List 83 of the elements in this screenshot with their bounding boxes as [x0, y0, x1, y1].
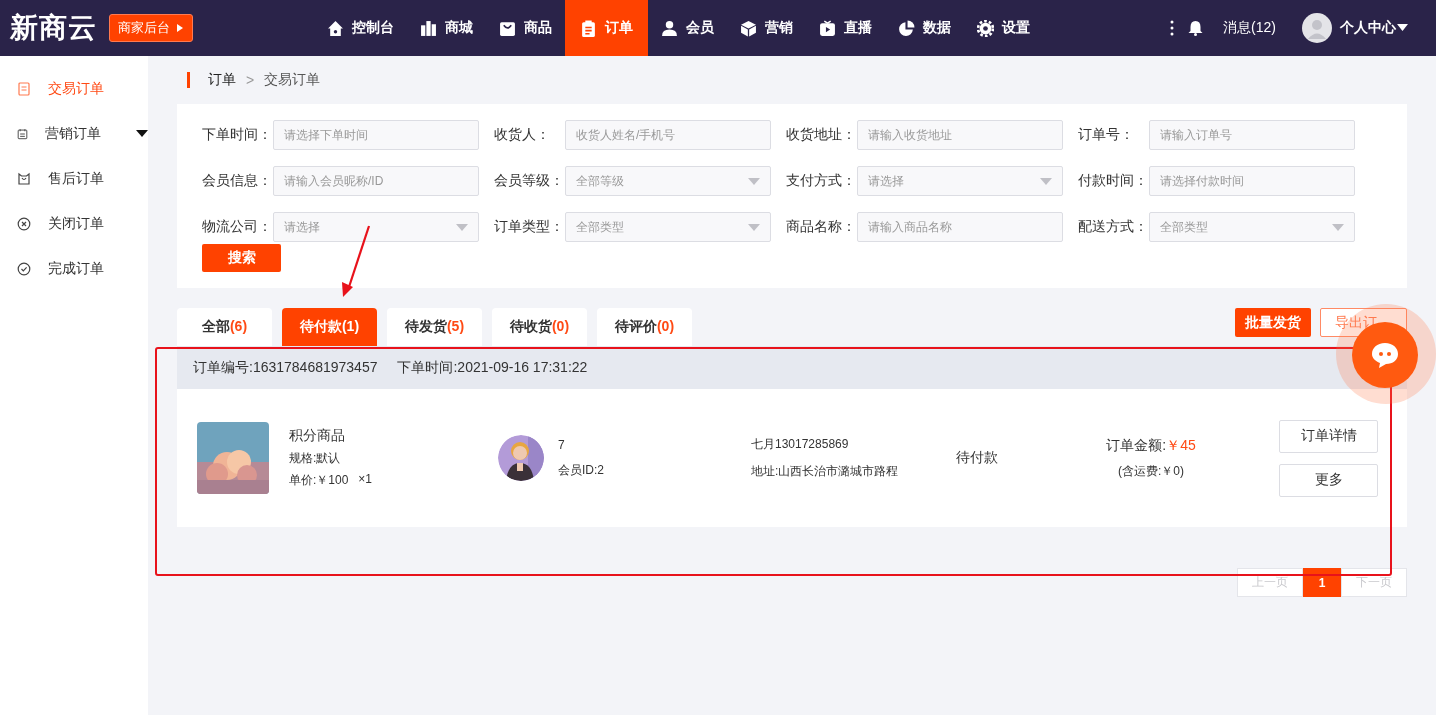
cube-icon — [740, 19, 757, 37]
caret-icon — [136, 130, 148, 137]
nav-item[interactable]: 会员 — [648, 0, 727, 56]
caret-icon — [1040, 177, 1052, 185]
sidebar-item[interactable]: 售后订单 — [0, 156, 148, 201]
filter-label: 配送方式： — [1078, 218, 1149, 236]
filter-label: 收货地址： — [786, 126, 857, 144]
status-tab[interactable]: 待收货(0) — [492, 308, 587, 346]
avatar-icon[interactable] — [1302, 13, 1332, 43]
bell-icon[interactable] — [1188, 20, 1204, 36]
order-amount: ￥45 — [1166, 436, 1196, 453]
breadcrumb-item[interactable]: 订单 — [208, 71, 236, 89]
caret-icon — [748, 223, 760, 231]
product-spec: 规格:默认 — [289, 450, 342, 467]
sidebar-item[interactable]: 营销订单 — [0, 111, 148, 156]
filter-label: 付款时间： — [1078, 172, 1149, 190]
caret-icon — [1332, 223, 1344, 231]
breadcrumb-item: 交易订单 — [264, 71, 321, 89]
product-name: 积分商品 — [289, 427, 346, 445]
calendar-icon — [17, 126, 28, 141]
input-field[interactable]: 请输入订单号 — [1149, 120, 1355, 150]
order-details-button[interactable]: 订单详情 — [1279, 419, 1378, 453]
sidebar-item[interactable]: 关闭订单 — [0, 201, 148, 246]
shipping-fee: (含运费:￥0) — [1118, 462, 1184, 480]
bag-icon — [499, 19, 516, 37]
user-icon — [661, 19, 678, 37]
logo[interactable]: 新商云 — [10, 9, 97, 47]
bag-icon — [17, 171, 31, 186]
filter-label: 会员信息： — [202, 172, 273, 190]
filter-label: 支付方式： — [786, 172, 857, 190]
building-icon — [420, 19, 437, 37]
status-tab[interactable]: 全部(6) — [177, 308, 272, 346]
filter-label: 下单时间： — [202, 126, 273, 144]
input-field[interactable]: 请选择付款时间 — [1149, 166, 1355, 196]
unit-price: 单价:￥100 — [289, 472, 349, 489]
nav-item[interactable]: 营销 — [727, 0, 806, 56]
filter-label: 收货人： — [494, 126, 551, 144]
more-icon[interactable] — [1170, 20, 1175, 36]
nav-item[interactable]: 商城 — [407, 0, 486, 56]
home-icon — [327, 19, 344, 37]
filter-label: 会员等级： — [494, 172, 565, 190]
receiver-address: 地址:山西长治市潞城市路程 — [751, 463, 900, 480]
chat-icon — [1370, 341, 1400, 369]
close-icon — [17, 216, 31, 231]
nav-item[interactable]: 直播 — [806, 0, 885, 56]
nav-item[interactable]: 控制台 — [314, 0, 407, 56]
input-field[interactable]: 收货人姓名/手机号 — [565, 120, 771, 150]
filter-label: 订单号： — [1078, 126, 1135, 144]
receiver-phone: 七月13017285869 — [751, 436, 850, 453]
settings-icon — [977, 19, 994, 37]
breadcrumb-separator: > — [246, 72, 255, 88]
document-icon — [17, 81, 31, 96]
check-icon — [17, 261, 31, 276]
member-name: 7 — [558, 437, 566, 452]
user-menu[interactable]: 个人中心 — [1340, 19, 1408, 37]
nav-item[interactable]: 设置 — [964, 0, 1043, 56]
tv-icon — [819, 19, 836, 37]
amount-label: 订单金额: — [1106, 436, 1167, 453]
order-status: 待付款 — [956, 449, 999, 467]
filter-label: 物流公司： — [202, 218, 273, 236]
pie-chart-icon — [898, 19, 915, 37]
filter-label: 商品名称： — [786, 218, 857, 236]
order-time: 下单时间:2021-09-16 17:31:22 — [397, 358, 588, 377]
caret-icon — [1397, 24, 1408, 32]
input-field[interactable]: 请输入商品名称 — [857, 212, 1063, 242]
clipboard-icon — [580, 19, 597, 37]
nav-item[interactable]: 商品 — [486, 0, 565, 56]
status-tab[interactable]: 待发货(5) — [387, 308, 482, 346]
status-tab[interactable]: 待评价(0) — [597, 308, 692, 346]
nav-item[interactable]: 数据 — [885, 0, 964, 56]
member-id: 会员ID:2 — [558, 461, 604, 479]
more-button[interactable]: 更多 — [1279, 463, 1378, 497]
caret-icon — [456, 223, 468, 231]
caret-icon — [748, 177, 760, 185]
input-field[interactable]: 请选择下单时间 — [273, 120, 479, 150]
caret-icon — [176, 23, 184, 33]
quantity: ×1 — [358, 472, 373, 488]
filter-label: 订单类型： — [494, 218, 565, 236]
input-field[interactable]: 请输入会员昵称/ID — [273, 166, 479, 196]
sidebar-item[interactable]: 完成订单 — [0, 246, 148, 291]
order-number: 订单编号:1631784681973457 — [193, 358, 378, 377]
messages-link[interactable]: 消息(12) — [1223, 19, 1276, 37]
input-field[interactable]: 请输入收货地址 — [857, 120, 1063, 150]
